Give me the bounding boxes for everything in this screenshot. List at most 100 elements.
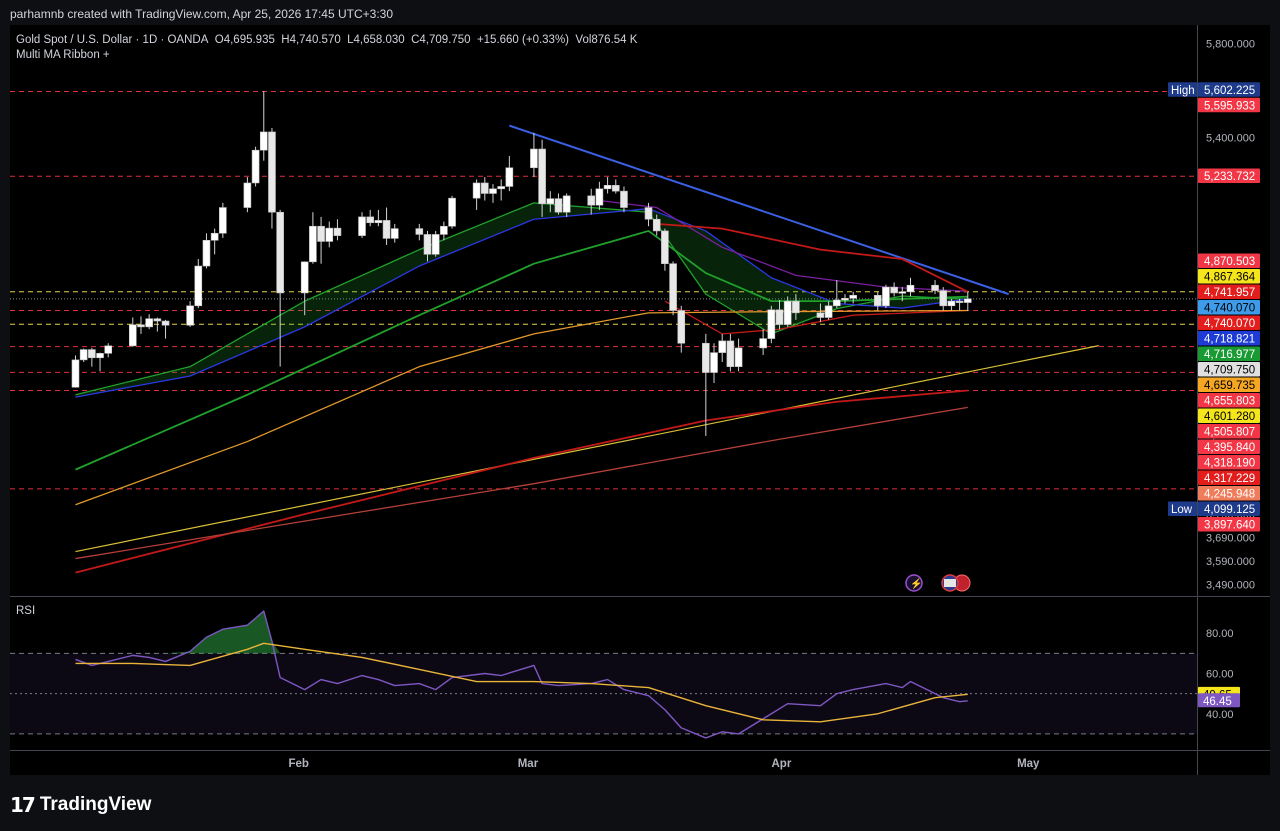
candle-body [497, 186, 505, 190]
candle[interactable] [939, 287, 948, 311]
candle[interactable] [603, 177, 612, 194]
candle[interactable] [726, 333, 735, 372]
legend-indicator[interactable]: Multi MA Ribbon + [16, 48, 637, 63]
candle[interactable] [759, 329, 767, 355]
candle[interactable] [963, 291, 972, 311]
candle[interactable] [104, 343, 113, 358]
chart-canvas[interactable]: 5,800.0005,400.0004,130.0004,010.0003,79… [0, 0, 1280, 775]
candle[interactable] [530, 132, 538, 178]
candle-body [530, 148, 538, 169]
candle[interactable] [890, 282, 898, 297]
candle[interactable] [382, 207, 391, 245]
price-label-text: 4,740.070 [1204, 303, 1255, 315]
candle-body [767, 309, 776, 339]
candle-body [161, 320, 170, 326]
candle-body [88, 349, 96, 359]
candle[interactable] [309, 212, 317, 264]
candle[interactable] [186, 301, 194, 327]
candle[interactable] [595, 181, 604, 210]
rsi-title: RSI [16, 605, 35, 617]
candle-body [317, 225, 325, 242]
candle-body [186, 305, 194, 326]
candle[interactable] [505, 156, 514, 192]
candle[interactable] [480, 177, 489, 201]
price-label-text: 4,505.807 [1204, 427, 1255, 439]
candle[interactable] [718, 333, 727, 362]
candle-body [783, 300, 792, 325]
candle[interactable] [497, 179, 505, 201]
candle[interactable] [251, 146, 260, 187]
candle[interactable] [431, 230, 440, 257]
candle[interactable] [554, 193, 563, 215]
candle[interactable] [661, 228, 669, 271]
candle[interactable] [882, 284, 890, 309]
candle[interactable] [88, 347, 96, 367]
price-label-text: 5,233.732 [1204, 171, 1255, 183]
price-label-text: 4,740.070 [1204, 318, 1255, 330]
candle[interactable] [710, 343, 718, 384]
candle[interactable] [317, 216, 325, 264]
candle-body [603, 185, 612, 190]
candle[interactable] [440, 221, 448, 241]
candle[interactable] [128, 317, 137, 347]
price-tick-label: 3,690.000 [1206, 532, 1255, 544]
candle[interactable] [210, 228, 219, 255]
legend-symbol[interactable]: Gold Spot / U.S. Dollar · 1D · OANDA [16, 34, 208, 46]
candle[interactable] [611, 179, 620, 194]
candle[interactable] [259, 90, 268, 161]
candle[interactable] [734, 338, 743, 372]
candle[interactable] [833, 280, 841, 309]
candle[interactable] [767, 305, 776, 344]
price-tick-label: 3,490.000 [1206, 579, 1255, 591]
candle[interactable] [219, 202, 227, 238]
price-label-text: 4,655.803 [1204, 396, 1255, 408]
price-label-text: 5,602.225 [1204, 85, 1255, 97]
candle[interactable] [472, 179, 481, 210]
candle[interactable] [268, 127, 276, 229]
price-tag-text: High [1171, 85, 1195, 97]
candle[interactable] [783, 296, 792, 327]
candle[interactable] [137, 316, 145, 334]
candle[interactable] [243, 177, 252, 213]
candle[interactable] [489, 184, 497, 203]
candle[interactable] [390, 223, 399, 243]
candle[interactable] [841, 294, 849, 304]
price-label-text: 4,395.840 [1204, 442, 1255, 454]
candle[interactable] [677, 305, 686, 353]
candle-body [644, 207, 653, 220]
candle[interactable] [358, 212, 366, 238]
candle-body [595, 188, 604, 206]
candle-body [841, 298, 849, 301]
candle[interactable] [906, 277, 915, 297]
price-label-text: 4,709.750 [1204, 365, 1255, 377]
rsi-tick-label: 60.00 [1206, 669, 1234, 681]
price-label-text: 4,870.503 [1204, 256, 1255, 268]
candle-body [448, 197, 456, 227]
candle[interactable] [448, 195, 456, 229]
candle[interactable] [71, 355, 80, 388]
time-tick-label: Mar [518, 758, 539, 770]
candle[interactable] [325, 221, 334, 248]
candle-body [775, 309, 784, 325]
price-label-text: 4,317.229 [1204, 473, 1255, 485]
candle[interactable] [145, 314, 153, 330]
candle[interactable] [161, 319, 170, 339]
candle[interactable] [873, 291, 882, 311]
candle-body [562, 195, 571, 213]
candle[interactable] [202, 233, 211, 269]
candle[interactable] [194, 259, 203, 309]
candle[interactable] [333, 219, 342, 241]
candle-body [669, 263, 677, 311]
candle[interactable] [620, 186, 628, 213]
tradingview-logo-icon: 17 [10, 793, 36, 817]
candle[interactable] [366, 209, 374, 227]
candle[interactable] [96, 352, 104, 372]
lightning-glyph-icon: ⚡ [910, 577, 922, 590]
candle[interactable] [669, 261, 677, 316]
candle-body [947, 300, 956, 307]
candle[interactable] [79, 348, 88, 362]
candle[interactable] [415, 223, 424, 241]
candle[interactable] [276, 209, 284, 367]
candle[interactable] [849, 291, 857, 304]
candle[interactable] [374, 209, 383, 227]
